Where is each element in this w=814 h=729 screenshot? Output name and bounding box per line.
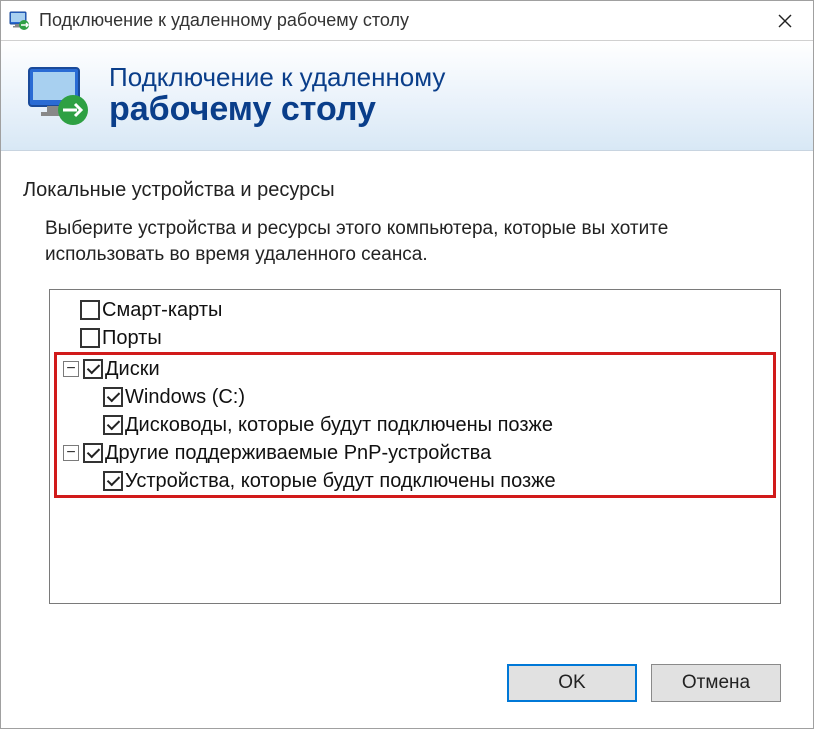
button-row: OK Отмена [23,642,791,710]
content-area: Локальные устройства и ресурсы Выберите … [1,151,813,728]
section-description: Выберите устройства и ресурсы этого комп… [45,216,781,267]
rdp-icon [9,10,31,32]
cancel-button[interactable]: Отмена [651,664,781,702]
rdp-banner-icon [25,62,93,130]
tree-row: Дисководы, которые будут подключены позж… [57,411,773,439]
ok-button[interactable]: OK [507,664,637,702]
highlight-annotation: − Диски Windows (C:) Дисководы, которые буд… [54,352,776,498]
banner-text: Подключение к удаленному рабочему столу [109,63,445,129]
title-bar: Подключение к удаленному рабочему столу [1,1,813,41]
banner-line2: рабочему столу [109,91,445,128]
checkbox[interactable] [103,415,123,435]
checkbox[interactable] [83,359,103,379]
tree-row: Порты [54,324,776,352]
close-icon [778,14,792,28]
tree-item-label[interactable]: Диски [105,358,160,381]
window-title: Подключение к удаленному рабочему столу [39,10,761,31]
tree-item-label[interactable]: Устройства, которые будут подключены поз… [125,470,556,493]
tree-row: Windows (C:) [57,383,773,411]
checkbox[interactable] [83,443,103,463]
tree-row: Устройства, которые будут подключены поз… [57,467,773,495]
checkbox[interactable] [80,300,100,320]
collapse-icon[interactable]: − [63,445,79,461]
tree-item-label[interactable]: Другие поддерживаемые PnP-устройства [105,442,491,465]
tree-item-label[interactable]: Смарт-карты [102,299,222,322]
close-button[interactable] [761,2,809,40]
tree-item-label[interactable]: Порты [102,327,162,350]
header-banner: Подключение к удаленному рабочему столу [1,41,813,151]
tree-item-label[interactable]: Windows (C:) [125,386,245,409]
checkbox[interactable] [80,328,100,348]
tree-item-label[interactable]: Дисководы, которые будут подключены позж… [125,414,553,437]
device-tree[interactable]: Смарт-карты Порты − Диски Windows (C:) Дисков… [49,289,781,604]
tree-row: − Диски [57,355,773,383]
checkbox[interactable] [103,471,123,491]
banner-line1: Подключение к удаленному [109,63,445,92]
tree-row: Смарт-карты [54,296,776,324]
collapse-icon[interactable]: − [63,361,79,377]
checkbox[interactable] [103,387,123,407]
rdp-dialog: Подключение к удаленному рабочему столу … [0,0,814,729]
section-title: Локальные устройства и ресурсы [23,179,791,202]
tree-row: − Другие поддерживаемые PnP-устройства [57,439,773,467]
